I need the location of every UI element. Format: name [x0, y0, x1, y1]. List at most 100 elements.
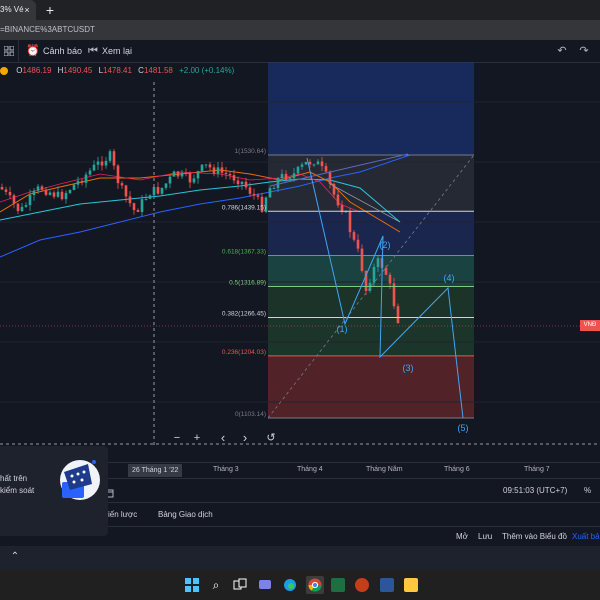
candle-body	[92, 164, 96, 171]
scroll-left-button[interactable]: ‹	[216, 430, 230, 446]
candle-body	[352, 232, 356, 240]
fib-level-label: 0.618(1367.33)	[222, 248, 266, 255]
candle-body	[144, 198, 148, 200]
wave-label: (2)	[380, 240, 391, 250]
fib-level-label: 0.236(1204.03)	[222, 349, 266, 356]
open-button[interactable]: Mở	[456, 532, 468, 541]
current-price-tag: VNĐ	[580, 320, 600, 331]
candle-body	[80, 180, 84, 183]
percent-toggle[interactable]: %	[584, 479, 591, 503]
candle-body	[188, 173, 192, 183]
popup-line-2: kiểm soát	[0, 486, 35, 495]
candle-body	[276, 178, 280, 189]
toolbar-divider	[18, 40, 19, 62]
candle-body	[372, 267, 376, 283]
alarm-clock-icon[interactable]: ⏰	[26, 40, 40, 62]
task-view-icon[interactable]	[233, 578, 247, 592]
promo-illustration-icon	[58, 454, 102, 504]
low-value: 1478.41	[103, 66, 132, 75]
candle-body	[224, 172, 228, 174]
scroll-right-button[interactable]: ›	[238, 430, 252, 446]
explorer-icon[interactable]	[404, 578, 418, 592]
x-tick: Tháng Năm	[366, 466, 403, 473]
popup-line-1: hất trên	[0, 474, 28, 483]
powerpoint-icon[interactable]	[355, 578, 369, 592]
fib-zone	[268, 155, 474, 212]
search-icon[interactable]: ⌕	[209, 578, 223, 592]
candle-body	[184, 172, 188, 174]
new-tab-button[interactable]: +	[40, 0, 60, 20]
candle-body	[32, 190, 36, 196]
chrome-icon[interactable]	[306, 576, 324, 594]
edge-icon[interactable]	[283, 578, 297, 592]
candle-body	[4, 189, 8, 192]
chart-toolbar: ⏰ Cảnh báo ⏮ Xem lại ↶ ↷	[0, 40, 600, 63]
zoom-in-button[interactable]: +	[190, 430, 204, 446]
grid-icon[interactable]	[2, 40, 16, 62]
candle-body	[200, 164, 204, 172]
candle-body	[268, 188, 272, 198]
clock-time[interactable]: 09:51:03 (UTC+7)	[503, 479, 567, 503]
candle-body	[296, 166, 300, 174]
alert-button[interactable]: Cảnh báo	[43, 40, 82, 62]
candle-body	[252, 193, 256, 196]
excel-icon[interactable]	[331, 578, 345, 592]
chat-icon[interactable]	[258, 578, 272, 592]
candle-body	[64, 192, 68, 200]
candle-body	[324, 166, 328, 172]
open-value: 1486.19	[22, 66, 52, 75]
candle-body	[304, 161, 308, 165]
candle-body	[140, 199, 144, 212]
candle-body	[328, 171, 332, 184]
candle-body	[104, 160, 108, 166]
candle-body	[16, 203, 20, 212]
reset-chart-button[interactable]: ↺	[264, 430, 278, 446]
save-button[interactable]: Lưu	[478, 532, 492, 541]
candle-body	[84, 174, 88, 183]
candle-body	[108, 151, 112, 161]
candle-body	[148, 195, 152, 199]
candle-body	[76, 180, 80, 185]
price-chart[interactable]: 1(1530.64) 0.786(1439.15) 0.618(1367.33) 0.…	[0, 62, 600, 446]
candle-body	[40, 186, 44, 190]
undo-icon[interactable]: ↶	[555, 40, 569, 62]
windows-taskbar: ⌕	[0, 570, 600, 600]
zoom-out-button[interactable]: −	[170, 430, 184, 446]
candle-body	[28, 195, 32, 206]
add-to-chart-button[interactable]: Thêm vào Biểu đồ	[502, 532, 567, 541]
candle-body	[124, 185, 128, 197]
tab-close-icon[interactable]: ×	[20, 0, 34, 20]
promo-popup[interactable]: hất trên kiểm soát	[0, 446, 108, 536]
candle-body	[100, 161, 104, 166]
tab-strategy-tester[interactable]: iến lược	[108, 503, 137, 527]
chevron-up-icon[interactable]: ⌃	[8, 550, 22, 564]
candle-body	[396, 306, 400, 324]
replay-icon[interactable]: ⏮	[86, 40, 100, 62]
candle-body	[0, 187, 4, 190]
panel-collapse-bar: ⌃	[0, 546, 600, 570]
candle-body	[316, 161, 320, 165]
candle-body	[68, 190, 72, 193]
candle-body	[52, 192, 56, 197]
replay-button[interactable]: Xem lại	[102, 40, 132, 62]
candle-body	[216, 167, 220, 174]
redo-icon[interactable]: ↷	[577, 40, 591, 62]
chart-nav-controls: − + ‹ › ↺	[170, 430, 280, 446]
address-bar[interactable]: =BINANCE%3ABTCUSDT	[0, 20, 600, 40]
high-value: 1490.45	[63, 66, 93, 75]
publish-button[interactable]: Xuất bản	[572, 532, 600, 541]
candle-body	[220, 167, 224, 173]
candle-body	[132, 203, 136, 211]
url-text: =BINANCE%3ABTCUSDT	[0, 25, 95, 34]
tab-trading-panel[interactable]: Bảng Giao dịch	[158, 503, 213, 527]
candle-body	[312, 164, 316, 166]
candle-body	[356, 239, 360, 249]
fib-zone	[268, 317, 474, 356]
candle-body	[272, 188, 276, 190]
candle-body	[212, 167, 216, 174]
word-icon[interactable]	[380, 578, 394, 592]
windows-icon[interactable]	[185, 578, 199, 592]
fib-zone	[268, 211, 474, 256]
candle-body	[208, 164, 212, 168]
candle-body	[48, 192, 52, 195]
